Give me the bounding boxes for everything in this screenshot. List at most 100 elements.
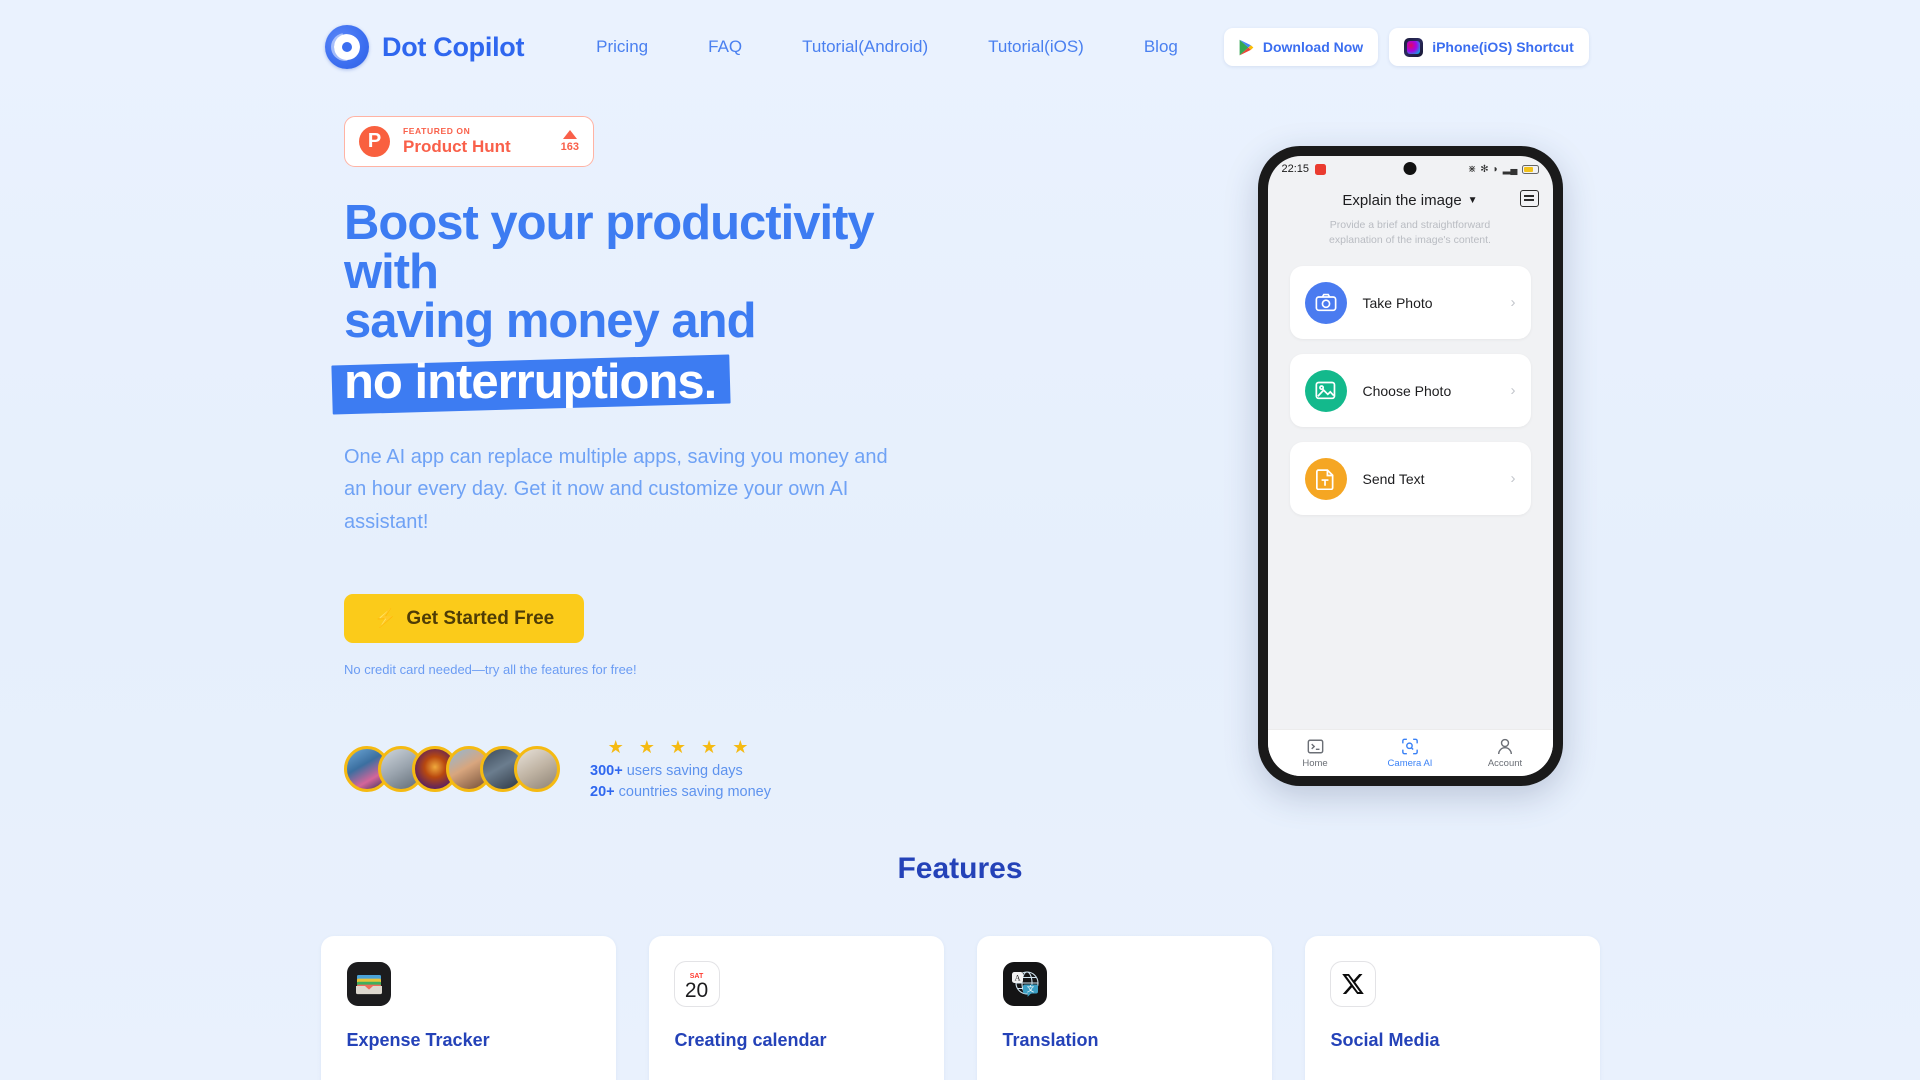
phone-screen: 22:15 ⋇ ✻ ◗ ▂▄ Explain the image ▼ Provi… — [1267, 156, 1553, 776]
action-card-take-photo[interactable]: Take Photo › — [1289, 266, 1531, 340]
headline-highlight: no interruptions. — [344, 355, 717, 409]
brand-logo[interactable]: Dot Copilot — [325, 25, 524, 69]
app-subtitle: Provide a brief and straightforward expl… — [1329, 219, 1491, 247]
product-hunt-icon: P — [359, 126, 390, 157]
features-heading: Features — [897, 852, 1023, 886]
get-started-free-button[interactable]: ⚡ Get Started Free — [344, 594, 585, 644]
app-title[interactable]: Explain the image — [1342, 192, 1461, 209]
chevron-down-icon[interactable]: ▼ — [1468, 195, 1478, 206]
feature-card-social-media[interactable]: Social Media — [1304, 936, 1600, 1080]
brand-name: Dot Copilot — [382, 31, 525, 62]
person-icon — [1497, 738, 1513, 754]
camera-notch-icon — [1403, 162, 1417, 175]
image-icon — [1304, 369, 1347, 412]
red-app-icon — [1315, 163, 1327, 175]
feature-card-expense-tracker[interactable]: Expense Tracker — [320, 936, 616, 1080]
hero-subheadline: One AI app can replace multiple apps, sa… — [344, 446, 888, 533]
action-card-label: Choose Photo — [1362, 382, 1452, 399]
google-play-icon — [1239, 39, 1254, 55]
product-hunt-text: FEATURED ON Product Hunt — [403, 125, 548, 157]
headline-highlight-wrap: no interruptions. — [331, 354, 731, 415]
social-proof: ★ ★ ★ ★ ★ 300+ users saving days 20+ cou… — [344, 737, 900, 800]
cta-label: Get Started Free — [406, 607, 555, 629]
nav-item-tutorial-ios[interactable]: Tutorial(iOS) — [958, 37, 1114, 57]
wifi-icon: ◗ — [1492, 163, 1499, 175]
tab-account[interactable]: Account — [1458, 738, 1553, 769]
nav-item-blog[interactable]: Blog — [1114, 37, 1208, 57]
chat-bubble-icon[interactable] — [1519, 190, 1539, 207]
x-twitter-icon — [1330, 962, 1375, 1007]
upvote-block[interactable]: 163 — [561, 130, 579, 153]
document-text-icon — [1304, 457, 1347, 500]
stat-countries-text: countries saving money — [614, 784, 771, 801]
action-card-choose-photo[interactable]: Choose Photo › — [1289, 354, 1531, 428]
svg-text:文: 文 — [1026, 984, 1034, 994]
features-grid: Expense Tracker SAT 20 Creating calendar… — [0, 936, 1920, 1080]
scan-search-icon — [1402, 738, 1418, 754]
camera-icon — [1304, 281, 1347, 324]
apple-shortcuts-icon — [1404, 37, 1424, 57]
stat-users-count: 300+ — [590, 763, 623, 780]
action-card-list: Take Photo › Choose Photo › Send Text › — [1268, 248, 1553, 516]
hero-section: P FEATURED ON Product Hunt 163 Boost you… — [0, 94, 1920, 800]
avatar — [514, 745, 560, 792]
calendar-day: 20 — [684, 978, 709, 1002]
star-rating: ★ ★ ★ ★ ★ — [607, 737, 754, 758]
action-card-send-text[interactable]: Send Text › — [1289, 442, 1531, 516]
tab-home[interactable]: Home — [1268, 738, 1363, 769]
feature-title: Translation — [1002, 1030, 1099, 1051]
eye-logo-icon — [325, 25, 369, 69]
status-icons: ⋇ ✻ ◗ ▂▄ — [1468, 164, 1539, 175]
hero-headline: Boost your productivity with saving mone… — [331, 196, 900, 415]
nav-item-tutorial-android[interactable]: Tutorial(Android) — [772, 37, 958, 57]
feature-card-creating-calendar[interactable]: SAT 20 Creating calendar — [648, 936, 944, 1080]
feature-title: Social Media — [1330, 1030, 1440, 1051]
feature-title: Creating calendar — [674, 1030, 827, 1051]
triangle-up-icon — [562, 130, 577, 139]
feature-card-translation[interactable]: A 文 Translation — [976, 936, 1272, 1080]
feature-title: Expense Tracker — [346, 1030, 490, 1051]
phone-mockup-area: 22:15 ⋇ ✻ ◗ ▂▄ Explain the image ▼ Provi… — [900, 116, 1920, 800]
chevron-right-icon: › — [1510, 294, 1516, 312]
logo-crescent — [325, 27, 365, 67]
lightning-bolt-icon: ⚡ — [374, 608, 397, 629]
app-header: Explain the image ▼ — [1268, 182, 1553, 209]
phone-mockup: 22:15 ⋇ ✻ ◗ ▂▄ Explain the image ▼ Provi… — [1257, 146, 1563, 786]
action-card-label: Send Text — [1362, 470, 1425, 487]
hero-content: P FEATURED ON Product Hunt 163 Boost you… — [0, 116, 900, 800]
chevron-right-icon: › — [1510, 470, 1516, 488]
product-hunt-badge[interactable]: P FEATURED ON Product Hunt 163 — [344, 116, 594, 167]
phone-tab-bar: Home Camera AI Account — [1267, 729, 1553, 776]
wallet-icon — [346, 962, 391, 1007]
nav-item-pricing[interactable]: Pricing — [566, 37, 678, 57]
action-card-label: Take Photo — [1362, 294, 1433, 311]
tab-label: Account — [1487, 757, 1523, 769]
vibrate-icon: ⋇ — [1467, 163, 1477, 175]
download-now-button[interactable]: Download Now — [1223, 28, 1379, 66]
svg-text:A: A — [1014, 974, 1020, 983]
headline-line-1: Boost your productivity with — [344, 196, 875, 299]
status-time: 22:15 — [1281, 163, 1310, 175]
calendar-icon: SAT 20 — [674, 962, 719, 1007]
upvote-count: 163 — [560, 141, 579, 153]
iphone-shortcut-label: iPhone(iOS) Shortcut — [1432, 39, 1574, 55]
featured-on-label: FEATURED ON — [403, 125, 471, 136]
headline-line-2: saving money and — [344, 294, 757, 348]
stat-countries: 20+ countries saving money — [590, 784, 771, 800]
avatar-group — [344, 745, 560, 792]
header-actions: Download Now iPhone(iOS) Shortcut — [1223, 28, 1589, 66]
chevron-right-icon: › — [1510, 382, 1516, 400]
stat-countries-count: 20+ — [590, 784, 615, 801]
phone-status-bar: 22:15 ⋇ ✻ ◗ ▂▄ — [1268, 156, 1553, 182]
main-nav: Pricing FAQ Tutorial(Android) Tutorial(i… — [566, 37, 1208, 57]
bluetooth-icon: ✻ — [1480, 163, 1489, 175]
translate-globe-icon: A 文 — [1002, 962, 1047, 1007]
battery-icon — [1521, 164, 1539, 174]
nav-item-faq[interactable]: FAQ — [678, 37, 772, 57]
tab-camera-ai[interactable]: Camera AI — [1363, 738, 1458, 769]
product-hunt-name: Product Hunt — [403, 136, 511, 156]
stat-users: 300+ users saving days — [590, 763, 771, 779]
social-proof-text: ★ ★ ★ ★ ★ 300+ users saving days 20+ cou… — [590, 737, 771, 800]
no-credit-card-note: No credit card needed—try all the featur… — [344, 662, 637, 678]
iphone-shortcut-button[interactable]: iPhone(iOS) Shortcut — [1389, 28, 1589, 66]
